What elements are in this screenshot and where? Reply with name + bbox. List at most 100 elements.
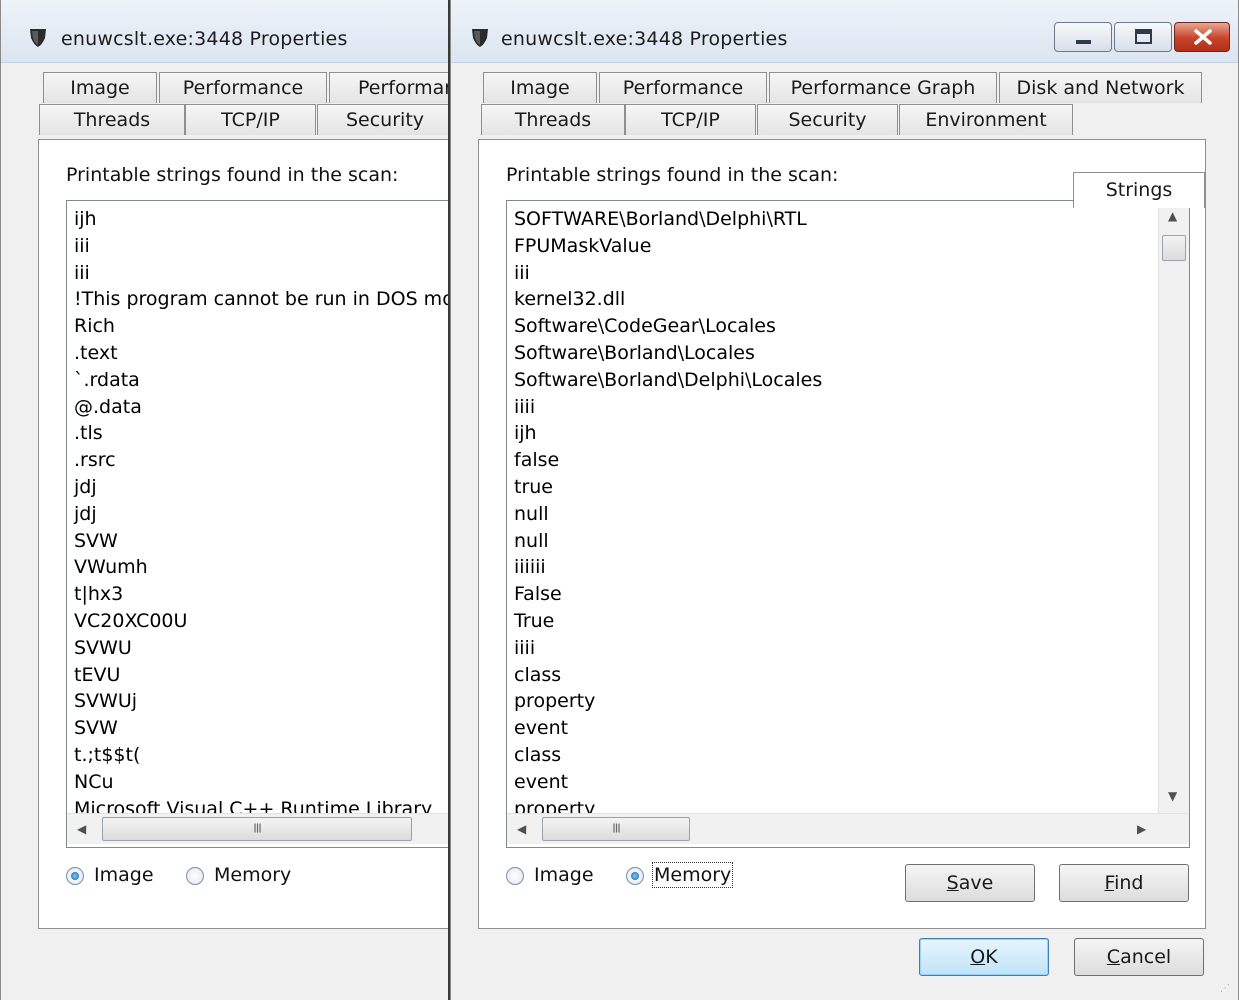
strings-panel: Printable strings found in the scan: SOF… <box>478 139 1206 929</box>
resize-grip-icon[interactable]: ⋰ <box>1220 983 1230 994</box>
save-button[interactable]: Save <box>905 864 1035 902</box>
source-radio-group: Image Memory <box>506 862 886 892</box>
string-list-item[interactable]: event <box>514 769 822 796</box>
strings-label: Printable strings found in the scan: <box>66 164 399 186</box>
string-list-item[interactable]: class <box>514 662 822 689</box>
tab-strings[interactable]: Strings <box>1073 172 1205 208</box>
string-list-item[interactable]: iii <box>74 260 448 287</box>
scroll-right-arrow-icon[interactable]: ▶ <box>1137 822 1146 836</box>
string-list-item[interactable]: kernel32.dll <box>514 286 822 313</box>
close-button[interactable] <box>1174 22 1230 52</box>
string-list-item[interactable]: !This program cannot be run in DOS mode. <box>74 286 448 313</box>
string-list-item[interactable]: SOFTWARE\Borland\Delphi\RTL <box>514 206 822 233</box>
string-list-item[interactable]: NCu <box>74 769 448 796</box>
title-bar[interactable]: enuwcslt.exe:3448 Properties <box>1 0 448 63</box>
string-list-item[interactable]: `.rdata <box>74 367 448 394</box>
image-radio-label[interactable]: Image <box>534 864 594 886</box>
string-list-item[interactable]: SVWU <box>74 635 448 662</box>
string-list-item[interactable]: t|hx3 <box>74 581 448 608</box>
scroll-left-arrow-icon[interactable]: ◀ <box>517 822 526 836</box>
strings-list[interactable]: SOFTWARE\Borland\Delphi\RTL FPUMaskValue i… <box>506 200 1190 848</box>
cancel-accelerator: C <box>1106 946 1121 968</box>
image-radio[interactable] <box>506 867 524 885</box>
scroll-left-arrow-icon[interactable]: ◀ <box>77 822 86 836</box>
string-list-item[interactable]: VC20XC00U <box>74 608 448 635</box>
string-list-item[interactable]: Rich <box>74 313 448 340</box>
horizontal-scrollbar[interactable]: ◀ III ▶ <box>507 813 1189 844</box>
string-list-item[interactable]: iii <box>74 233 448 260</box>
image-radio-label[interactable]: Image <box>94 864 154 886</box>
string-list-item[interactable]: SVW <box>74 715 448 742</box>
tab-threads[interactable]: Threads <box>481 104 625 135</box>
tab-strip: Image Performance Performan Threads TCP/… <box>1 72 448 140</box>
maximize-button[interactable] <box>1114 22 1172 52</box>
scroll-up-arrow-icon[interactable]: ▲ <box>1168 209 1177 223</box>
image-radio[interactable] <box>66 867 84 885</box>
string-list-item[interactable]: iii <box>514 260 822 287</box>
title-bar[interactable]: enuwcslt.exe:3448 Properties <box>451 0 1238 63</box>
memory-radio[interactable] <box>186 867 204 885</box>
tab-tcpip[interactable]: TCP/IP <box>625 104 756 135</box>
tab-performance[interactable]: Performance <box>599 72 767 103</box>
find-label: ind <box>1114 872 1144 894</box>
horizontal-scrollbar[interactable]: ◀ III <box>67 813 448 844</box>
tab-environment[interactable]: Environment <box>899 104 1073 135</box>
left-properties-window: enuwcslt.exe:3448 Properties Image Perfo… <box>0 0 450 1000</box>
tab-performance[interactable]: Performance <box>159 72 327 103</box>
string-list-item[interactable]: jdj <box>74 474 448 501</box>
string-list-item[interactable]: .text <box>74 340 448 367</box>
vertical-scroll-thumb[interactable] <box>1162 235 1186 261</box>
string-list-item[interactable]: True <box>514 608 822 635</box>
string-list-item[interactable]: t.;t$$t( <box>74 742 448 769</box>
tab-security[interactable]: Security <box>317 104 448 135</box>
ok-button[interactable]: OK <box>919 938 1049 976</box>
memory-radio-label[interactable]: Memory <box>651 862 734 888</box>
scroll-down-arrow-icon[interactable]: ▼ <box>1168 789 1177 803</box>
string-list-item[interactable]: Software\Borland\Locales <box>514 340 822 367</box>
string-list-item[interactable]: ijh <box>514 420 822 447</box>
string-list-item[interactable]: tEVU <box>74 662 448 689</box>
cancel-button[interactable]: Cancel <box>1074 938 1204 976</box>
string-list-item[interactable]: FPUMaskValue <box>514 233 822 260</box>
string-list-item[interactable]: False <box>514 581 822 608</box>
string-list-item[interactable]: .rsrc <box>74 447 448 474</box>
string-list-item[interactable]: iiii <box>514 635 822 662</box>
string-list-item[interactable]: ijh <box>74 206 448 233</box>
memory-radio[interactable] <box>626 867 644 885</box>
strings-panel: Printable strings found in the scan: ijh… <box>38 139 448 929</box>
string-list-item[interactable]: jdj <box>74 501 448 528</box>
tab-disk-and-network[interactable]: Disk and Network <box>999 72 1202 103</box>
string-list-item[interactable]: Software\CodeGear\Locales <box>514 313 822 340</box>
string-list-item[interactable]: .tls <box>74 420 448 447</box>
string-list-item[interactable]: @.data <box>74 394 448 421</box>
horizontal-scroll-thumb[interactable]: III <box>542 817 690 841</box>
find-button[interactable]: Find <box>1059 864 1189 902</box>
tab-performance-graph[interactable]: Performance Graph <box>769 72 997 103</box>
tab-security[interactable]: Security <box>757 104 898 135</box>
window-title: enuwcslt.exe:3448 Properties <box>61 28 348 50</box>
string-list-item[interactable]: property <box>514 688 822 715</box>
tab-threads[interactable]: Threads <box>39 104 185 135</box>
string-list-item[interactable]: Software\Borland\Delphi\Locales <box>514 367 822 394</box>
string-list-item[interactable]: event <box>514 715 822 742</box>
string-list-item[interactable]: false <box>514 447 822 474</box>
string-list-item[interactable]: SVW <box>74 528 448 555</box>
strings-list[interactable]: ijh iii iii !This program cannot be run in … <box>66 200 448 848</box>
tab-image[interactable]: Image <box>43 72 157 103</box>
tab-image[interactable]: Image <box>483 72 597 103</box>
vertical-scrollbar[interactable]: ▲ ▼ <box>1158 201 1189 813</box>
tab-performance-graph[interactable]: Performan <box>329 72 448 103</box>
string-list-item[interactable]: VWumh <box>74 554 448 581</box>
string-list-item[interactable]: null <box>514 501 822 528</box>
string-list-item[interactable]: null <box>514 528 822 555</box>
string-list-item[interactable]: SVWUj <box>74 688 448 715</box>
memory-radio-label[interactable]: Memory <box>214 864 291 886</box>
minimize-button[interactable] <box>1054 22 1112 52</box>
string-list-item[interactable]: iiii <box>514 394 822 421</box>
string-list-item[interactable]: class <box>514 742 822 769</box>
string-list-item[interactable]: iiiiii <box>514 554 822 581</box>
maximize-icon <box>1135 29 1152 44</box>
string-list-item[interactable]: true <box>514 474 822 501</box>
tab-tcpip[interactable]: TCP/IP <box>185 104 316 135</box>
horizontal-scroll-thumb[interactable]: III <box>102 817 412 841</box>
